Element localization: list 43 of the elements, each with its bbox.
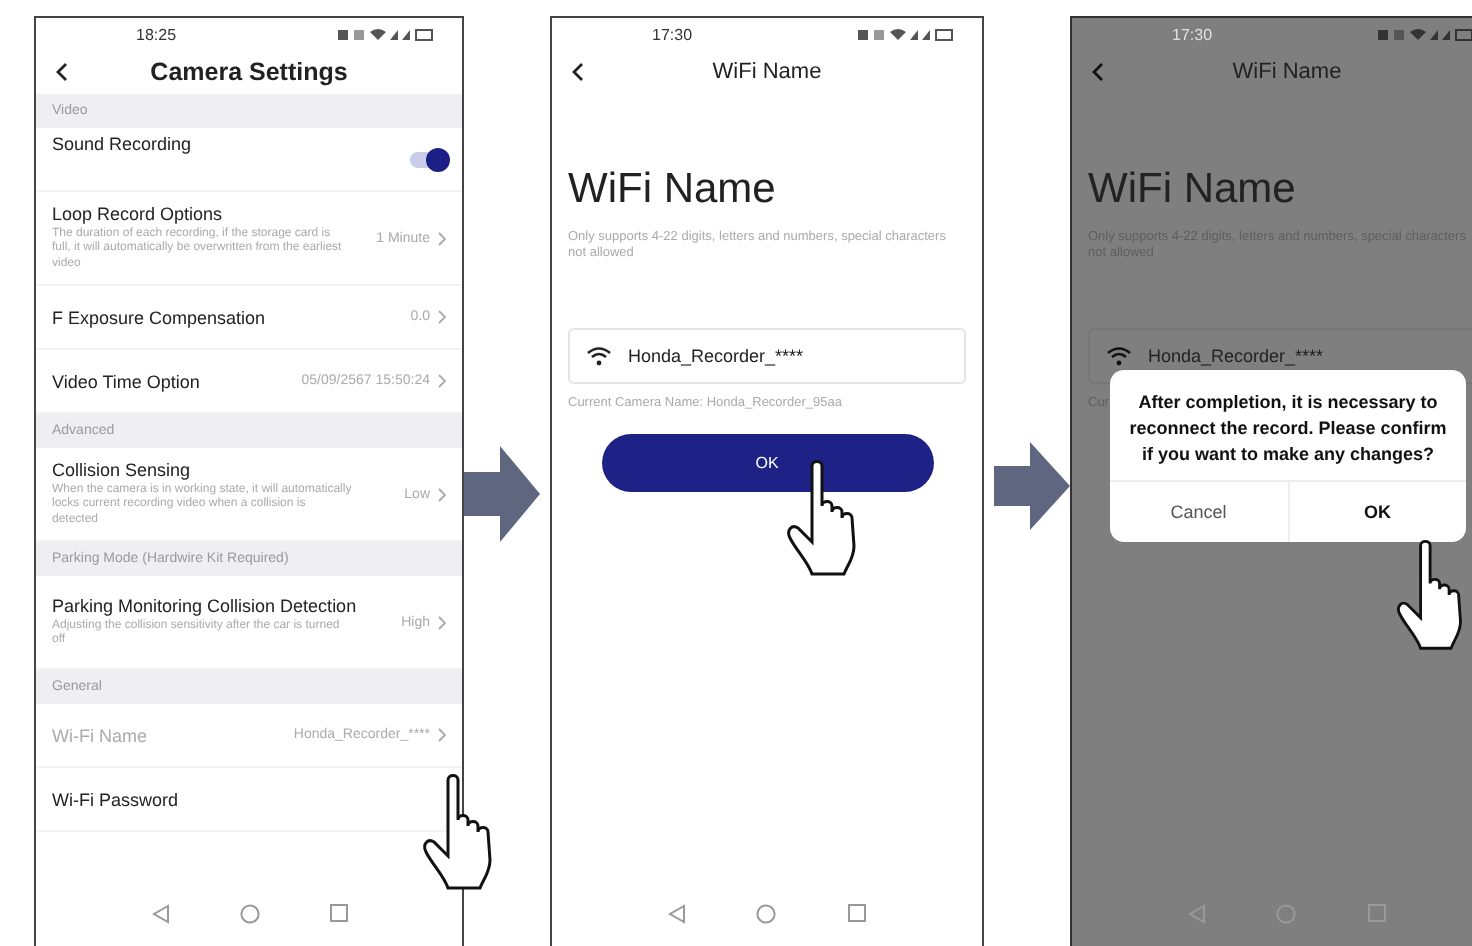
ok-button[interactable]: OK — [601, 433, 933, 492]
setting-label[interactable]: Video Time Option — [52, 371, 200, 391]
right-arrow-icon — [464, 446, 540, 542]
wifi-name-field[interactable]: Honda_Recorder_**** — [568, 327, 966, 384]
wifi-icon — [586, 345, 612, 366]
page-heading: WiFi Name — [568, 166, 778, 214]
screen-title: WiFi Name — [712, 60, 822, 84]
nav-back-icon[interactable] — [151, 904, 169, 924]
status-time: 17:30 — [1172, 25, 1213, 43]
chevron-icon — [438, 615, 446, 629]
nav-back-icon[interactable] — [1187, 904, 1206, 924]
nav-home-icon[interactable] — [239, 904, 259, 924]
chevron-icon — [438, 728, 446, 742]
nav-home-icon[interactable] — [1276, 904, 1297, 924]
page-heading: WiFi Name — [1088, 166, 1298, 214]
screen-title: WiFi Name — [1232, 60, 1342, 84]
setting-label[interactable]: Loop Record Options — [52, 203, 223, 224]
back-icon[interactable] — [572, 62, 584, 82]
chevron-icon — [438, 487, 446, 501]
nav-back-icon[interactable] — [667, 904, 686, 924]
status-time: 17:30 — [652, 25, 693, 43]
dialog-message: After completion, it is necessary to reconnect the record. Please confirm if you want to make any changes? — [1127, 390, 1449, 469]
setting-label[interactable]: Collision Sensing — [52, 459, 191, 480]
setting-label[interactable]: F Exposure Compensation — [52, 307, 266, 327]
wifi-icon — [1106, 345, 1132, 366]
nav-home-icon[interactable] — [756, 904, 777, 924]
setting-label: Sound Recording — [52, 134, 192, 154]
chevron-icon — [438, 231, 446, 245]
setting-label[interactable]: Parking Monitoring Collision Detection — [52, 595, 357, 615]
right-arrow-icon — [994, 442, 1070, 530]
status-icons-drawing — [858, 27, 954, 41]
nav-recents-icon[interactable] — [329, 904, 347, 922]
screen-title: Camera Settings — [150, 58, 348, 86]
setting-label[interactable]: Wi-Fi Password — [52, 789, 179, 809]
back-icon[interactable] — [56, 62, 68, 82]
toggle-switch[interactable] — [410, 151, 446, 167]
status-icons-drawing — [338, 27, 434, 41]
status-time: 18:25 — [136, 25, 177, 43]
chevron-icon — [438, 310, 446, 324]
nav-recents-icon[interactable] — [1368, 904, 1387, 922]
chevron-icon — [438, 374, 446, 388]
nav-recents-icon[interactable] — [848, 904, 867, 922]
dialog-button[interactable]: Cancel — [1110, 482, 1287, 543]
